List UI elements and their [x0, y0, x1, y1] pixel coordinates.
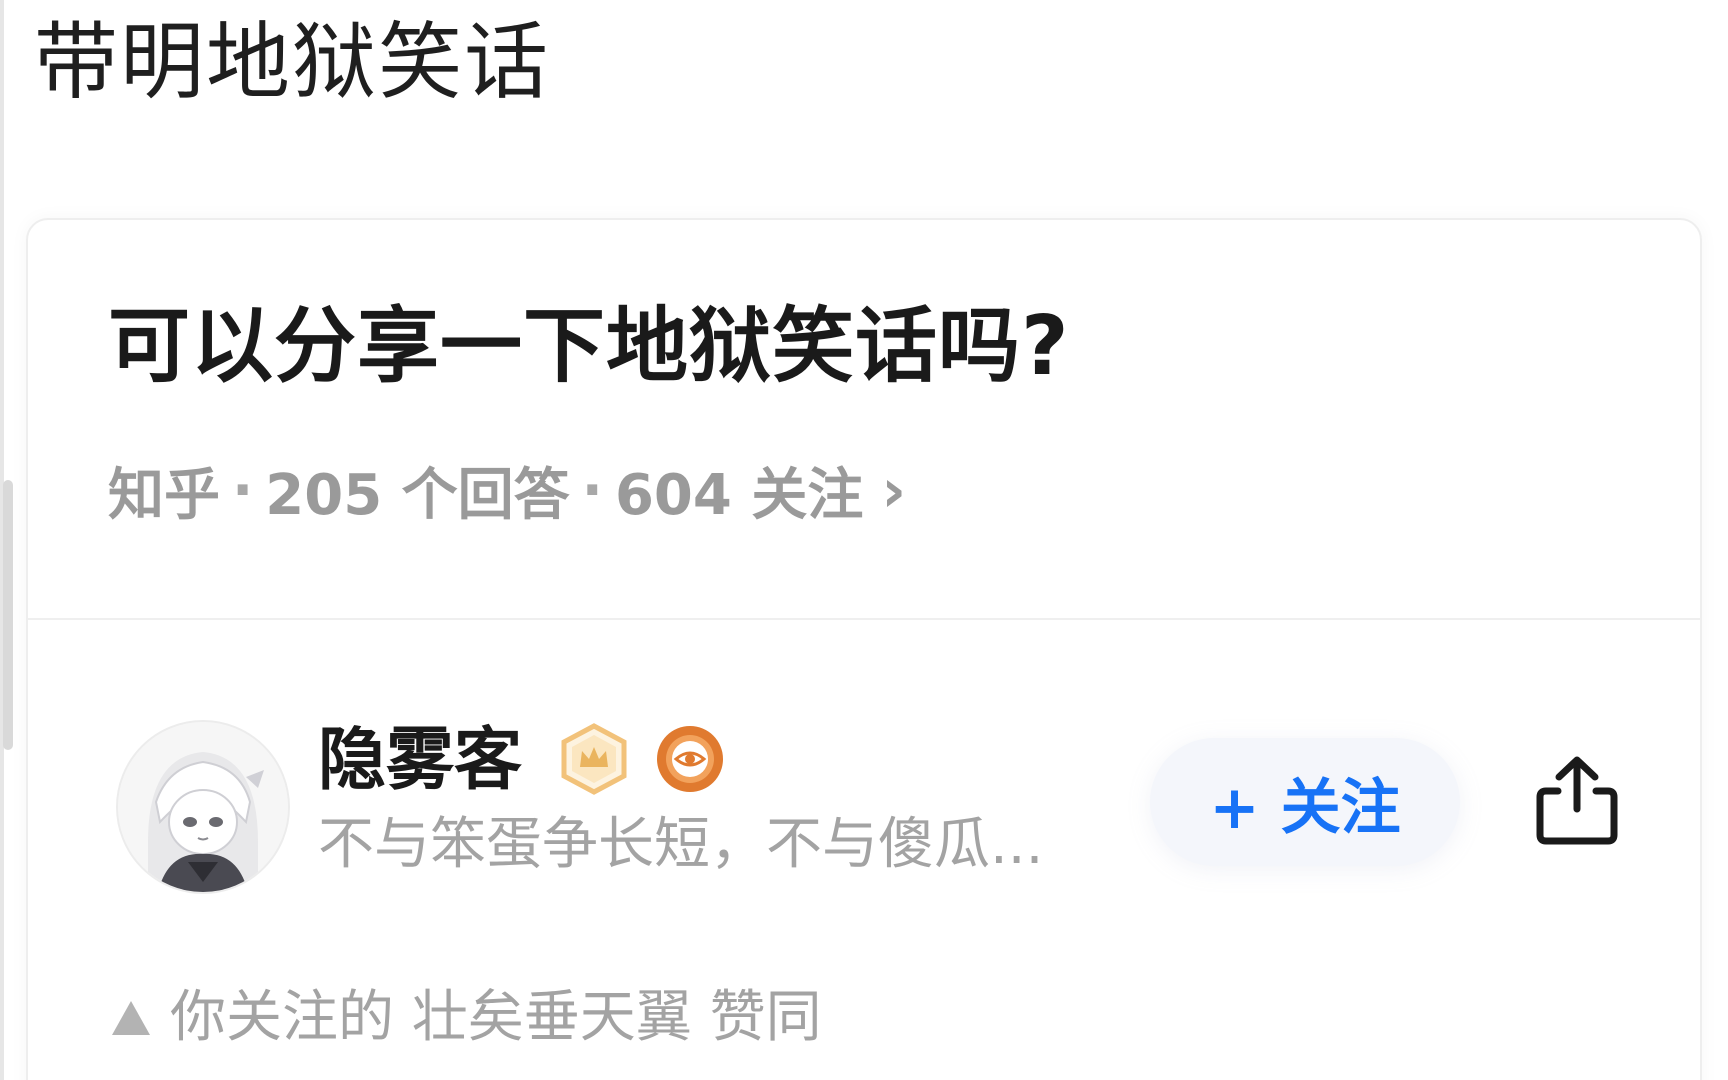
question-card[interactable]: 可以分享一下地狱笑话吗? 知乎 · 205 个回答 · 604 关注 › 隐雾客…	[26, 218, 1702, 1080]
share-button[interactable]	[1522, 746, 1632, 856]
question-source: 知乎	[108, 463, 220, 528]
follow-button-label: + 关注	[1209, 772, 1401, 843]
meta-separator: ·	[232, 458, 254, 523]
endorse-row: 你关注的 壮矣垂天翼 赞同	[108, 972, 822, 1053]
meta-separator: ·	[581, 458, 603, 523]
avatar-illustration	[118, 722, 288, 892]
answer-count: 205 个回答	[265, 463, 570, 528]
question-title[interactable]: 可以分享一下地狱笑话吗?	[108, 298, 1070, 396]
author-name[interactable]: 隐雾客	[318, 720, 522, 802]
author-bio: 不与笨蛋争长短，不与傻瓜...	[318, 812, 1044, 877]
upvote-triangle-icon	[108, 990, 154, 1036]
endorse-text: 你关注的 壮矣垂天翼 赞同	[170, 985, 822, 1050]
share-icon	[1536, 756, 1618, 845]
question-meta[interactable]: 知乎 · 205 个回答 · 604 关注 ›	[108, 450, 906, 531]
page-title: 带明地狱笑话	[34, 13, 551, 111]
page: 带明地狱笑话 可以分享一下地狱笑话吗? 知乎 · 205 个回答 · 604 关…	[0, 0, 1728, 1080]
crown-badge-icon[interactable]	[558, 723, 630, 795]
chevron-right-icon: ›	[881, 455, 907, 526]
eye-badge-icon[interactable]	[654, 723, 726, 795]
scrollbar-thumb[interactable]	[3, 480, 13, 750]
follow-button[interactable]: + 关注	[1150, 738, 1460, 866]
follower-count: 604 关注	[614, 463, 864, 528]
divider	[28, 618, 1700, 620]
author-avatar[interactable]	[116, 720, 290, 894]
